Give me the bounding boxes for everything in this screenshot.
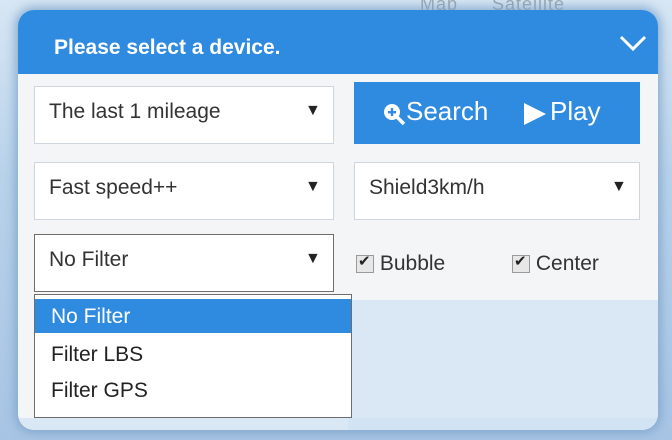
panel-title: Please select a device. [54, 36, 281, 59]
checkbox-checked-icon[interactable] [356, 252, 374, 273]
range-select[interactable]: The last 1 mileage ▼ [34, 86, 334, 144]
dropdown-arrow-icon: ▼ [305, 178, 321, 195]
bubble-label: Bubble [379, 252, 446, 275]
filter-option[interactable]: No Filter [35, 299, 351, 333]
filter-option[interactable]: Filter LBS [35, 337, 351, 371]
search-label[interactable]: Search [406, 96, 488, 127]
checkbox-checked-icon[interactable] [512, 252, 530, 273]
map-area [348, 300, 658, 430]
map-area [18, 418, 658, 430]
range-select-value: The last 1 mileage [49, 100, 221, 123]
filter-select-value: No Filter [49, 248, 129, 271]
dropdown-arrow-icon: ▼ [611, 178, 627, 195]
speed-select-value: Fast speed++ [49, 176, 178, 199]
dropdown-arrow-icon: ▼ [305, 102, 321, 119]
shield-select-value: Shield3km/h [369, 176, 485, 199]
play-icon [524, 103, 546, 125]
center-label: Center [535, 252, 599, 275]
play-label[interactable]: Play [550, 96, 601, 127]
speed-select[interactable]: Fast speed++ ▼ [34, 162, 334, 220]
panel-header[interactable]: Please select a device. [18, 10, 658, 74]
search-play-button[interactable]: Search Play [354, 82, 640, 144]
chevron-down-icon[interactable] [618, 32, 648, 54]
filter-dropdown-list: No Filter Filter LBS Filter GPS [34, 294, 352, 418]
zoom-in-icon [384, 104, 406, 126]
dropdown-arrow-icon: ▼ [305, 250, 321, 267]
device-playback-panel: Please select a device. The last 1 milea… [18, 10, 658, 430]
filter-select[interactable]: No Filter ▼ [34, 234, 334, 292]
center-checkbox[interactable]: Center [512, 252, 599, 276]
filter-option[interactable]: Filter GPS [35, 373, 351, 407]
bubble-checkbox[interactable]: Bubble [356, 252, 445, 276]
shield-speed-select[interactable]: Shield3km/h ▼ [354, 162, 640, 220]
